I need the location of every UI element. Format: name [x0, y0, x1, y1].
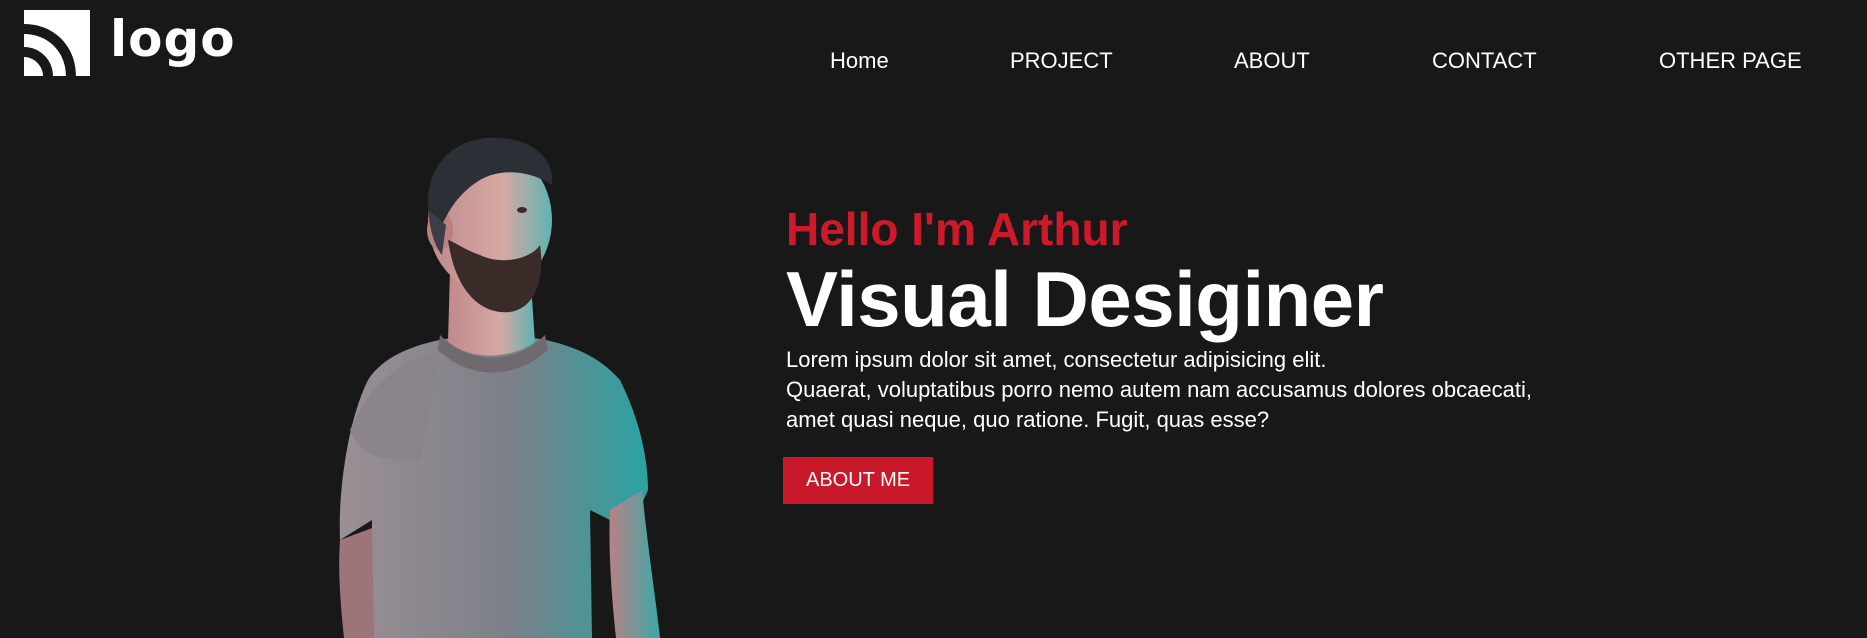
nav-item-about[interactable]: ABOUT [1234, 48, 1310, 74]
hero-description-line: Quaerat, voluptatibus porro nemo autem n… [786, 377, 1532, 402]
hero-title: Visual Desiginer [786, 255, 1384, 343]
about-me-button[interactable]: ABOUT ME [783, 457, 934, 504]
hero-description: Lorem ipsum dolor sit amet, consectetur … [786, 345, 1686, 435]
hero-description-line: Lorem ipsum dolor sit amet, consectetur … [786, 347, 1327, 372]
nav-item-other-page[interactable]: OTHER PAGE [1659, 48, 1802, 74]
nav-item-project[interactable]: PROJECT [1010, 48, 1113, 74]
hero-description-line: amet quasi neque, quo ratione. Fugit, qu… [786, 407, 1270, 432]
nav-item-contact[interactable]: CONTACT [1432, 48, 1537, 74]
page: logo Home PROJECT ABOUT CONTACT OTHER PA… [0, 0, 1867, 638]
main-nav: Home PROJECT ABOUT CONTACT OTHER PAGE [0, 48, 1867, 80]
nav-item-home[interactable]: Home [830, 48, 889, 74]
hero-portrait-image [339, 137, 660, 638]
hero-greeting: Hello I'm Arthur [786, 203, 1128, 255]
hero-text-block: Hello I'm Arthur Visual Desiginer Lorem … [783, 202, 1686, 504]
